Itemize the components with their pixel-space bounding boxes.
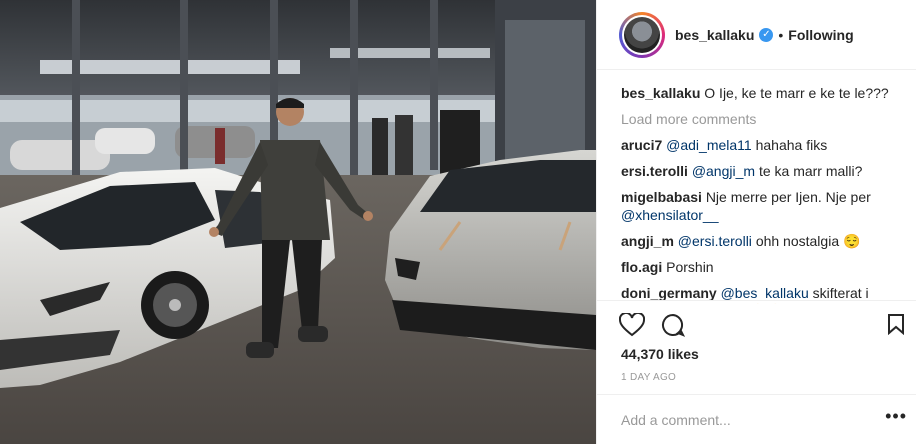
post-photo-illustration	[0, 0, 596, 444]
comment-username[interactable]: flo.agi	[621, 259, 662, 275]
comment-username[interactable]: doni_germany	[621, 285, 717, 301]
avatar[interactable]	[619, 11, 665, 58]
comment-text: ohh nostalgia 😌	[755, 233, 861, 249]
comment-item: flo.agi Porshin	[621, 258, 911, 276]
comment-item: angji_m @ersi.terolli ohh nostalgia 😌	[621, 232, 911, 250]
comment-bubble-icon[interactable]	[661, 313, 686, 342]
verified-badge-icon: ✓	[759, 27, 774, 42]
caption: bes_kallaku O Ije, ke te marr e ke te le…	[621, 84, 911, 102]
like-heart-icon[interactable]	[618, 311, 646, 342]
comment-mention[interactable]: @bes_kallaku	[721, 285, 809, 301]
post-timestamp: 1 DAY AGO	[621, 372, 677, 383]
bookmark-save-icon[interactable]	[887, 313, 905, 340]
instagram-post: bes_kallaku ✓ • Following bes_kallaku O …	[0, 0, 916, 444]
comment-mention[interactable]: @xhensilator__	[621, 207, 719, 223]
comment-item: migelbabasi Nje merre per Ijen. Nje per …	[621, 188, 911, 224]
comment-username[interactable]: migelbabasi	[621, 189, 702, 205]
post-header: bes_kallaku ✓ • Following	[597, 0, 916, 70]
load-more-comments-button[interactable]: Load more comments	[621, 110, 911, 128]
comment-mention[interactable]: @adi_mela11	[666, 137, 752, 153]
post-side-panel: bes_kallaku ✓ • Following bes_kallaku O …	[596, 0, 916, 444]
header-username[interactable]: bes_kallaku	[675, 27, 754, 43]
comment-mention[interactable]: @angji_m	[692, 163, 755, 179]
comment-mention[interactable]: @ersi.terolli	[678, 233, 752, 249]
likes-count[interactable]: 44,370 likes	[621, 346, 699, 362]
caption-username[interactable]: bes_kallaku	[621, 85, 700, 101]
comment-text: te ka marr malli?	[758, 163, 863, 179]
post-photo[interactable]	[0, 0, 596, 444]
post-actions	[597, 300, 916, 350]
comment-item: ersi.terolli @angji_m te ka marr malli?	[621, 162, 911, 180]
comment-text: Porshin	[666, 259, 714, 275]
comment-text: hahaha fiks	[755, 137, 828, 153]
add-comment-bar: •••	[597, 394, 916, 444]
comment-item: aruci7 @adi_mela11 hahaha fiks	[621, 136, 911, 154]
comment-username[interactable]: angji_m	[621, 233, 674, 249]
comments-list: bes_kallaku O Ije, ke te marr e ke te le…	[621, 84, 911, 304]
more-options-icon[interactable]: •••	[885, 407, 907, 425]
header-separator: •	[778, 26, 784, 43]
comment-username[interactable]: ersi.terolli	[621, 163, 688, 179]
add-comment-input[interactable]	[619, 407, 863, 433]
comment-username[interactable]: aruci7	[621, 137, 662, 153]
following-button[interactable]: Following	[788, 27, 853, 43]
comment-text: Nje merre per Ijen. Nje per	[705, 189, 871, 205]
caption-text: O Ije, ke te marr e ke te le???	[704, 85, 889, 101]
